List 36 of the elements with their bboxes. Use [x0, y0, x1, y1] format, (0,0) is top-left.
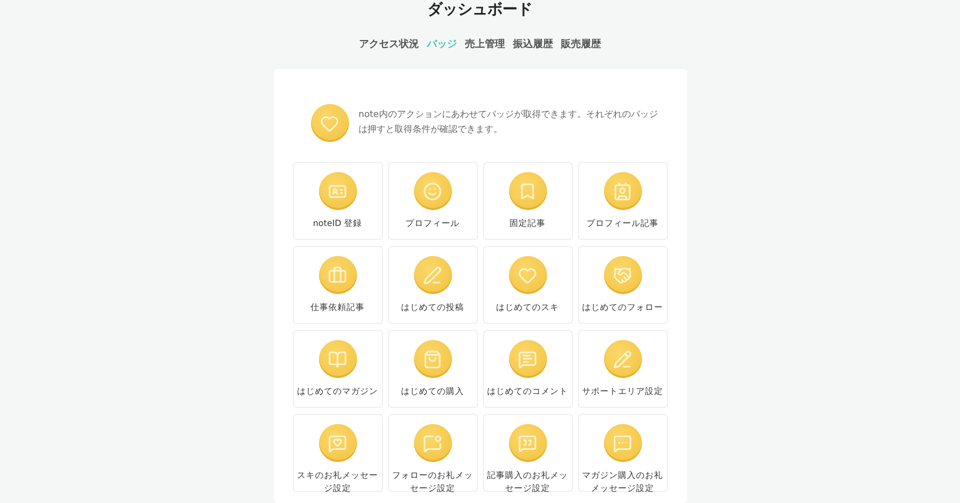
pencil-icon [604, 340, 642, 378]
briefcase-icon [318, 256, 356, 294]
badge-tile[interactable]: はじめての購入 [388, 330, 478, 408]
contact-card-icon [604, 172, 642, 210]
comment-icon [508, 340, 546, 378]
badge-tile[interactable]: はじめてのマガジン [292, 330, 382, 408]
nav-tab[interactable]: 振込履歴 [513, 37, 553, 51]
id-card-icon [318, 172, 356, 210]
badge-tile[interactable]: 記事購入のお礼メッセージ設定 [482, 414, 572, 492]
bag-icon [414, 340, 452, 378]
badge-tile[interactable]: フォローのお礼メッセージ設定 [388, 414, 478, 492]
badge-tile[interactable]: noteID 登録 [292, 162, 382, 240]
message-icon [508, 424, 546, 462]
badge-tile[interactable]: はじめてのフォロー [578, 246, 668, 324]
badge-tile[interactable]: 仕事依頼記事 [292, 246, 382, 324]
badge-tile[interactable]: スキのお礼メッセージ設定 [292, 414, 382, 492]
message-icon [414, 424, 452, 462]
bookmark-icon [508, 172, 546, 210]
book-icon [318, 340, 356, 378]
intro-text: note内のアクションにあわせてバッジが取得できます。それぞれのバッジは押すと取得条件が確認できます。 [358, 108, 658, 137]
page-title: ダッシュボード [428, 0, 532, 18]
badge-tile[interactable]: はじめてのスキ [482, 246, 572, 324]
nav-tab[interactable]: 売上管理 [465, 37, 505, 51]
badge-tile[interactable]: はじめてのコメント [482, 330, 572, 408]
badge-tile[interactable]: マガジン購入のお礼メッセージ設定 [578, 414, 668, 492]
badge-tile[interactable]: 固定記事 [482, 162, 572, 240]
smile-icon [414, 172, 452, 210]
badge-tile[interactable]: はじめての投稿 [388, 246, 478, 324]
nav-tab[interactable]: アクセス状況 [359, 37, 419, 51]
handshake-icon [604, 256, 642, 294]
nav-tab[interactable]: 販売履歴 [561, 37, 601, 51]
badge-tile[interactable]: プロフィール記事 [578, 162, 668, 240]
badge-tile[interactable]: サポートエリア設定 [578, 330, 668, 408]
message-icon [604, 424, 642, 462]
badge-tile[interactable]: プロフィール [388, 162, 478, 240]
pen-icon [414, 256, 452, 294]
